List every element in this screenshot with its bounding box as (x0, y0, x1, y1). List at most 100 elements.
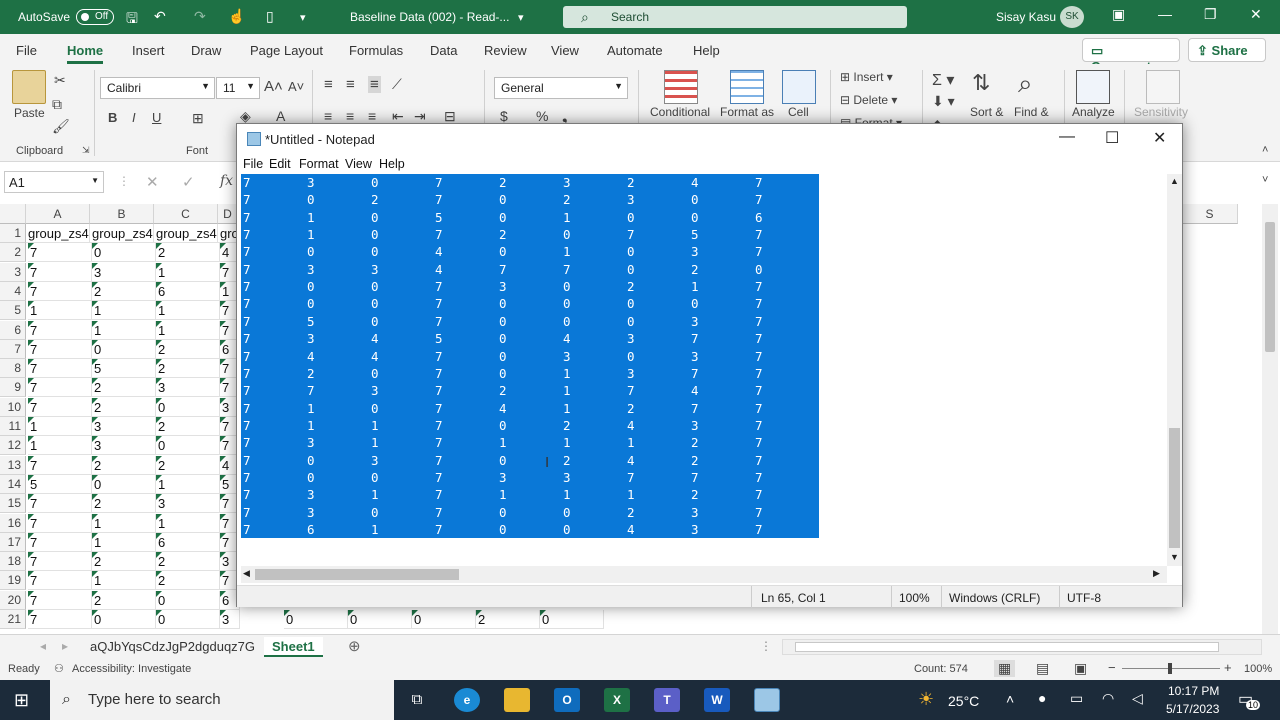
menu-view[interactable]: View (551, 43, 579, 58)
comments-button[interactable]: ▭ Comments (1082, 38, 1180, 74)
cell[interactable]: 1 (156, 320, 220, 340)
column-header-c[interactable]: C (154, 204, 218, 224)
cell[interactable]: 1 (92, 571, 156, 591)
row-header[interactable]: 7 (0, 339, 26, 359)
scroll-right-icon[interactable]: ▶ (1153, 568, 1160, 579)
find-select-icon[interactable]: ⌕ (1018, 68, 1033, 100)
cell[interactable]: 6 (156, 281, 220, 301)
cell[interactable]: 0 (540, 610, 604, 629)
decrease-font-icon[interactable]: A˅ (288, 79, 304, 94)
undo-icon[interactable]: ↶ (154, 8, 166, 25)
expand-formula-bar-icon[interactable]: ˅ (1262, 174, 1268, 186)
name-box[interactable]: A1 ▼ (4, 171, 104, 193)
add-sheet-icon[interactable]: ⊕ (348, 637, 361, 655)
paste-label[interactable]: Paste (14, 106, 45, 120)
cell[interactable]: 7 (28, 397, 92, 417)
underline-icon[interactable]: U (152, 110, 161, 125)
edge-icon[interactable]: e (454, 688, 480, 712)
cell[interactable]: 2 (156, 552, 220, 572)
cell[interactable]: group_zs4 (26, 224, 90, 243)
bold-icon[interactable]: B (108, 110, 117, 125)
cell[interactable]: 2 (92, 281, 156, 301)
volume-icon[interactable]: ◁ (1132, 690, 1143, 707)
cell[interactable]: group_zs4 (154, 224, 218, 243)
cell[interactable]: 3 (92, 262, 156, 282)
clock-date[interactable]: 5/17/2023 (1166, 702, 1219, 716)
row-header[interactable]: 16 (0, 513, 26, 533)
normal-view-icon[interactable]: ▦ (994, 660, 1016, 677)
cell[interactable]: 1 (156, 262, 220, 282)
cell[interactable]: 3 (156, 494, 220, 514)
scroll-thumb[interactable] (255, 569, 459, 580)
row-header[interactable]: 14 (0, 474, 26, 494)
microphone-icon[interactable]: ● (1038, 690, 1046, 706)
sheet-tab-data[interactable]: aQJbYqsCdzJgP2dgduqz7G (82, 637, 263, 657)
cell[interactable]: 1 (28, 301, 92, 321)
cell[interactable]: 2 (92, 590, 156, 610)
cell[interactable]: 0 (92, 339, 156, 359)
zoom-level[interactable]: 100% (1244, 663, 1272, 675)
row-header[interactable]: 20 (0, 590, 26, 610)
cell-styles-label[interactable]: Cell (788, 105, 809, 119)
align-middle-icon[interactable]: ≡ (346, 76, 355, 93)
row-header[interactable]: 15 (0, 494, 26, 514)
row-header[interactable]: 18 (0, 552, 26, 572)
cell[interactable]: 3 (92, 417, 156, 436)
menu-automate[interactable]: Automate (607, 43, 663, 58)
next-sheet-icon[interactable]: ▸ (62, 639, 68, 653)
menu-draw[interactable]: Draw (191, 43, 221, 58)
menu-formulas[interactable]: Formulas (349, 43, 403, 58)
title-chevron-icon[interactable]: ▾ (518, 11, 524, 24)
minimize-icon[interactable]: — (1158, 6, 1172, 22)
cell[interactable]: 0 (156, 590, 220, 610)
notepad-menu-format[interactable]: Format (299, 157, 339, 171)
cell[interactable]: 7 (28, 610, 92, 629)
touch-mode-icon[interactable]: ☝ (228, 8, 245, 25)
cell[interactable]: 7 (28, 281, 92, 301)
scroll-thumb[interactable] (795, 642, 1219, 652)
save-icon[interactable]: 🖫 (126, 8, 138, 32)
cut-icon[interactable]: ✂ (54, 72, 66, 89)
menu-home[interactable]: Home (67, 43, 104, 64)
cell[interactable]: 7 (28, 320, 92, 340)
cell[interactable]: 1 (92, 301, 156, 321)
windows-start-icon[interactable]: ⊞ (14, 690, 29, 711)
cell[interactable]: 2 (92, 378, 156, 398)
cell[interactable]: 0 (156, 610, 220, 629)
row-header[interactable]: 10 (0, 397, 26, 417)
row-header[interactable]: 12 (0, 436, 26, 456)
cell[interactable]: 6 (156, 532, 220, 552)
align-right-icon[interactable]: ≡ (368, 108, 376, 124)
row-header[interactable]: 8 (0, 359, 26, 379)
zoom-in-icon[interactable]: + (1224, 660, 1232, 675)
sensitivity-icon[interactable] (1146, 70, 1180, 104)
menu-file[interactable]: File (16, 43, 37, 58)
font-size-select[interactable]: 11 ▼ (216, 77, 260, 99)
notepad-menu-help[interactable]: Help (379, 157, 405, 171)
cell[interactable]: 2 (156, 571, 220, 591)
close-icon[interactable]: ✕ (1250, 6, 1262, 23)
cell[interactable]: 2 (92, 455, 156, 475)
cell[interactable]: 2 (476, 610, 540, 629)
currency-icon[interactable]: $ (500, 108, 508, 124)
cell[interactable]: 2 (92, 552, 156, 572)
sheet-tab-sheet1[interactable]: Sheet1 (264, 637, 323, 657)
cell[interactable]: 2 (92, 494, 156, 514)
notepad-vertical-scrollbar[interactable]: ▲ ▼ (1167, 174, 1182, 566)
insert-cells-button[interactable]: ⊞ Insert ▾ (840, 70, 893, 84)
cell[interactable]: 1 (156, 513, 220, 533)
notepad-menu-view[interactable]: View (345, 157, 372, 171)
close-icon[interactable]: ✕ (1153, 128, 1166, 148)
cell[interactable]: 3 (220, 610, 240, 629)
column-header-b[interactable]: B (90, 204, 154, 224)
increase-font-icon[interactable]: A˄ (264, 78, 283, 95)
vertical-scrollbar[interactable] (1262, 204, 1278, 634)
column-header-d[interactable]: D (218, 204, 238, 224)
cell[interactable]: 2 (156, 455, 220, 475)
row-header[interactable]: 21 (0, 610, 26, 629)
cell[interactable]: 1 (92, 513, 156, 533)
analyze-data-label[interactable]: Analyze (1072, 105, 1115, 119)
autosum-icon[interactable]: Σ ▾ (932, 70, 954, 90)
cell[interactable]: 0 (284, 610, 348, 629)
row-header[interactable]: 9 (0, 378, 26, 398)
